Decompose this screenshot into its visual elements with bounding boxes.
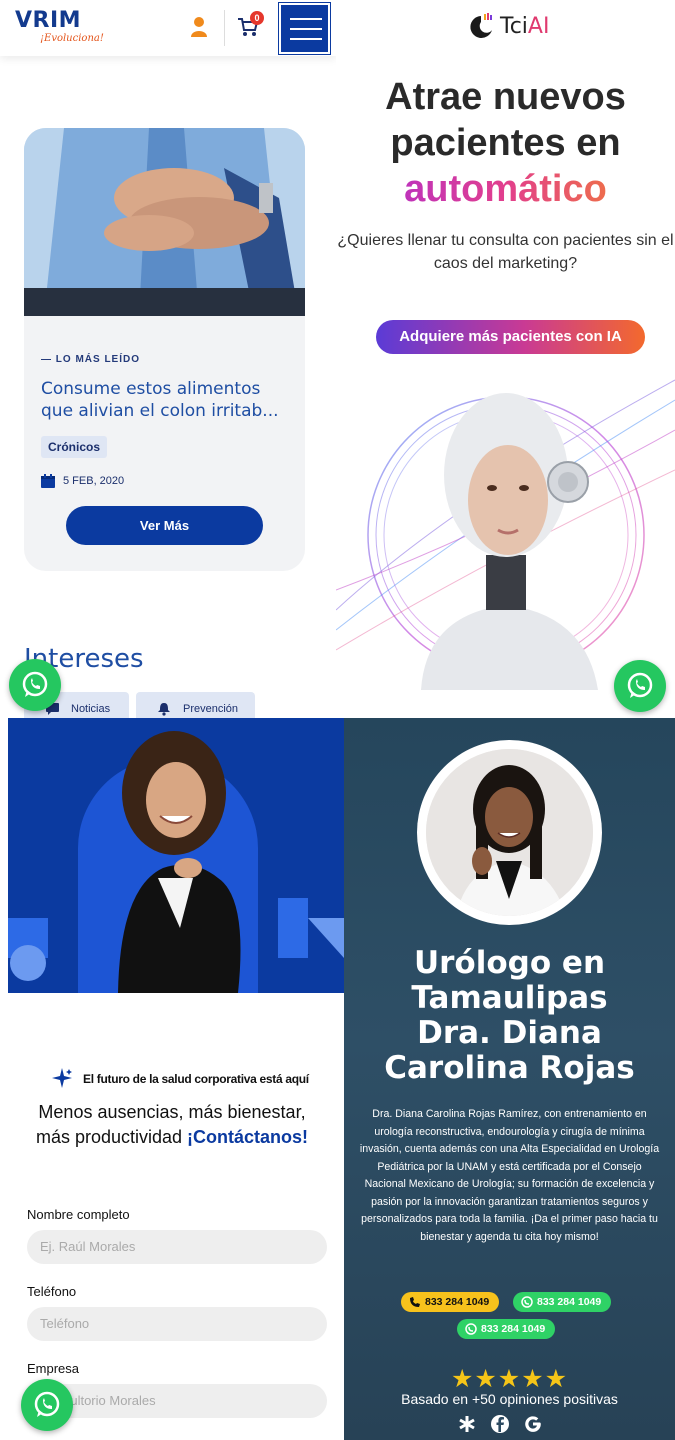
- whatsapp-float-button[interactable]: [614, 660, 666, 712]
- whatsapp-icon: [34, 1391, 60, 1417]
- phone-icon: [410, 1297, 420, 1307]
- tcai-panel: TciAI Atrae nuevos pacientes en automáti…: [336, 0, 675, 718]
- headline-line: Menos ausencias, más bienestar,: [38, 1102, 306, 1122]
- whatsapp-icon: [521, 1296, 533, 1308]
- phone-number: 833 284 1049: [481, 1323, 546, 1335]
- whatsapp-icon: [627, 672, 653, 698]
- ver-mas-button[interactable]: Ver Más: [66, 506, 263, 545]
- tcai-logo[interactable]: TciAI: [464, 12, 549, 42]
- corporate-headline: Menos ausencias, más bienestar, más prod…: [0, 1100, 344, 1150]
- nombre-input[interactable]: Ej. Raúl Morales: [27, 1230, 327, 1264]
- tcai-headline: Atrae nuevos pacientes en automático: [336, 74, 675, 212]
- article-date-text: 5 FEB, 2020: [63, 474, 125, 487]
- doctoralia-icon[interactable]: [457, 1414, 477, 1434]
- tcai-logo-icon: [470, 13, 492, 38]
- vrim-panel: VRIM ¡Evoluciona! 0 — LO MÁS LEÍDO Consu…: [0, 0, 336, 718]
- headline-line: pacientes en: [390, 122, 621, 164]
- title-line: Tamaulipas: [411, 980, 608, 1016]
- sparkle-icon: [52, 1068, 72, 1088]
- phone-number: 833 284 1049: [537, 1296, 602, 1308]
- corporate-tagline: El futuro de la salud corporativa está a…: [83, 1072, 309, 1086]
- google-icon[interactable]: [523, 1414, 543, 1434]
- phone-number: 833 284 1049: [425, 1296, 490, 1308]
- header-divider: [224, 10, 225, 46]
- field-label-telefono: Teléfono: [27, 1284, 77, 1299]
- whatsapp-icon: [22, 671, 48, 697]
- menu-line: [290, 38, 322, 40]
- urologist-title: Urólogo en Tamaulipas Dra. Diana Carolin…: [344, 946, 675, 1086]
- chip-label: Noticias: [71, 703, 111, 715]
- article-category-label: — LO MÁS LEÍDO: [41, 354, 140, 365]
- tcai-subtitle: ¿Quieres llenar tu consulta con paciente…: [337, 232, 674, 272]
- title-line: Carolina Rojas: [384, 1050, 635, 1086]
- whatsapp-float-button[interactable]: [9, 659, 61, 711]
- telefono-input[interactable]: Teléfono: [27, 1307, 327, 1341]
- article-image[interactable]: [24, 128, 305, 316]
- rating-stars: ★★★★★: [450, 1365, 569, 1393]
- calendar-icon: [41, 474, 55, 488]
- article-card[interactable]: — LO MÁS LEÍDO Consume estos alimentos q…: [24, 128, 305, 571]
- whatsapp-phone-button-2[interactable]: 833 284 1049: [457, 1319, 556, 1339]
- hamburger-menu-button[interactable]: [278, 2, 331, 55]
- adquiere-pacientes-button[interactable]: Adquiere más pacientes con IA: [376, 320, 645, 354]
- corporate-panel: El futuro de la salud corporativa está a…: [0, 718, 344, 1440]
- whatsapp-phone-button[interactable]: 833 284 1049: [513, 1292, 612, 1312]
- article-date: 5 FEB, 2020: [41, 474, 124, 488]
- doctor-avatar: [426, 749, 593, 916]
- tcai-logo-accent: AI: [527, 14, 550, 39]
- vrim-tagline: ¡Evoluciona!: [40, 33, 104, 44]
- vrim-header: VRIM ¡Evoluciona! 0: [0, 0, 336, 56]
- call-phone-button[interactable]: 833 284 1049: [401, 1292, 500, 1312]
- menu-line: [290, 28, 322, 30]
- headline-line: Atrae nuevos: [385, 76, 626, 118]
- tcai-logo-main: Tci: [500, 14, 528, 39]
- urologist-description: Dra. Diana Carolina Rojas Ramírez, con e…: [359, 1108, 660, 1243]
- cart-count-badge: 0: [250, 11, 264, 25]
- whatsapp-float-button[interactable]: [21, 1379, 73, 1431]
- contactanos-link[interactable]: ¡Contáctanos!: [187, 1127, 308, 1147]
- field-label-nombre: Nombre completo: [27, 1207, 130, 1222]
- headline-line-2: más productividad ¡Contáctanos!: [0, 1125, 344, 1150]
- ai-robot-image: [336, 379, 675, 690]
- field-label-empresa: Empresa: [27, 1361, 80, 1376]
- title-line: Urólogo en: [413, 945, 606, 981]
- title-line: Dra. Diana: [417, 1015, 602, 1051]
- menu-line: [290, 18, 322, 20]
- hero-image: [8, 718, 344, 993]
- urologist-panel: Urólogo en Tamaulipas Dra. Diana Carolin…: [344, 718, 675, 1440]
- whatsapp-icon: [465, 1323, 477, 1335]
- reviews-text: Basado en +50 opiniones positivas: [401, 1391, 618, 1407]
- headline-text: más productividad: [35, 1127, 188, 1147]
- vrim-logo[interactable]: VRIM: [15, 8, 81, 33]
- article-tag[interactable]: Crónicos: [41, 436, 108, 458]
- chip-prevencion[interactable]: Prevención: [136, 692, 255, 718]
- user-icon[interactable]: [190, 16, 208, 38]
- article-title[interactable]: Consume estos alimentos que alivian el c…: [41, 378, 296, 422]
- facebook-icon[interactable]: [490, 1414, 510, 1434]
- headline-gradient-word: automático: [336, 166, 675, 212]
- chip-label: Prevención: [183, 703, 239, 715]
- bell-icon: [158, 703, 170, 716]
